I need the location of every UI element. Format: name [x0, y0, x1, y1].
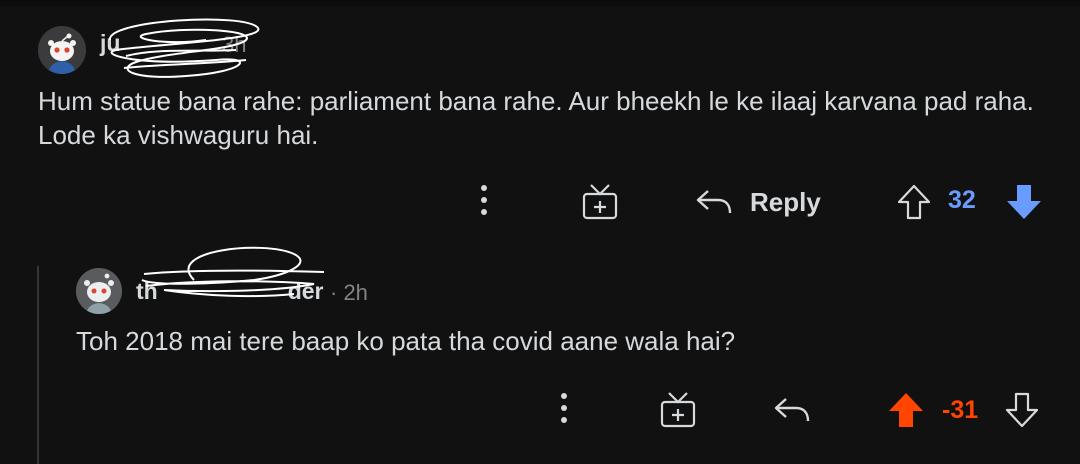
comment-body: Toh 2018 mai tere baap ko pata tha covid… — [76, 326, 736, 356]
reply-arrow-icon — [774, 398, 810, 422]
award-button[interactable] — [658, 390, 698, 430]
comment-1: ju 3h Hum statue bana rahe: parliament b… — [0, 0, 1080, 240]
award-gift-icon — [660, 392, 696, 428]
vote-score: -31 — [942, 396, 979, 424]
reply-button[interactable] — [772, 390, 812, 430]
snoo-avatar-icon — [76, 268, 122, 314]
downvote-arrow-icon — [1007, 185, 1041, 219]
username-end: der — [287, 278, 324, 304]
more-options-icon — [481, 185, 487, 191]
reply-arrow-icon — [696, 190, 732, 214]
upvote-arrow-icon — [889, 393, 923, 427]
award-button[interactable] — [580, 182, 620, 222]
downvote-button[interactable] — [1002, 388, 1042, 432]
downvote-arrow-icon — [1005, 392, 1039, 428]
comment-2: th der · 2h Toh 2018 mai tere baap ko pat… — [0, 240, 1080, 464]
username[interactable]: th der — [136, 278, 324, 305]
reply-button[interactable]: Reply — [694, 180, 821, 224]
username-start: th — [136, 278, 158, 304]
award-gift-icon — [582, 184, 618, 220]
avatar[interactable] — [76, 268, 122, 314]
upvote-button[interactable] — [886, 388, 926, 432]
upvote-button[interactable] — [896, 180, 932, 224]
timestamp: · 2h — [330, 280, 368, 305]
more-options-button[interactable] — [554, 388, 574, 428]
reply-label: Reply — [750, 186, 821, 217]
downvote-button[interactable] — [1004, 180, 1044, 224]
avatar[interactable] — [38, 26, 86, 74]
vote-score: 32 — [948, 186, 976, 214]
snoo-avatar-icon — [38, 26, 86, 74]
upvote-arrow-icon — [897, 184, 931, 220]
more-options-button[interactable] — [474, 180, 494, 220]
more-options-icon — [561, 393, 567, 399]
timestamp: 3h — [222, 32, 247, 57]
comment-body: Hum statue bana rahe: parliament bana ra… — [38, 86, 1034, 150]
username[interactable]: ju — [100, 30, 120, 57]
